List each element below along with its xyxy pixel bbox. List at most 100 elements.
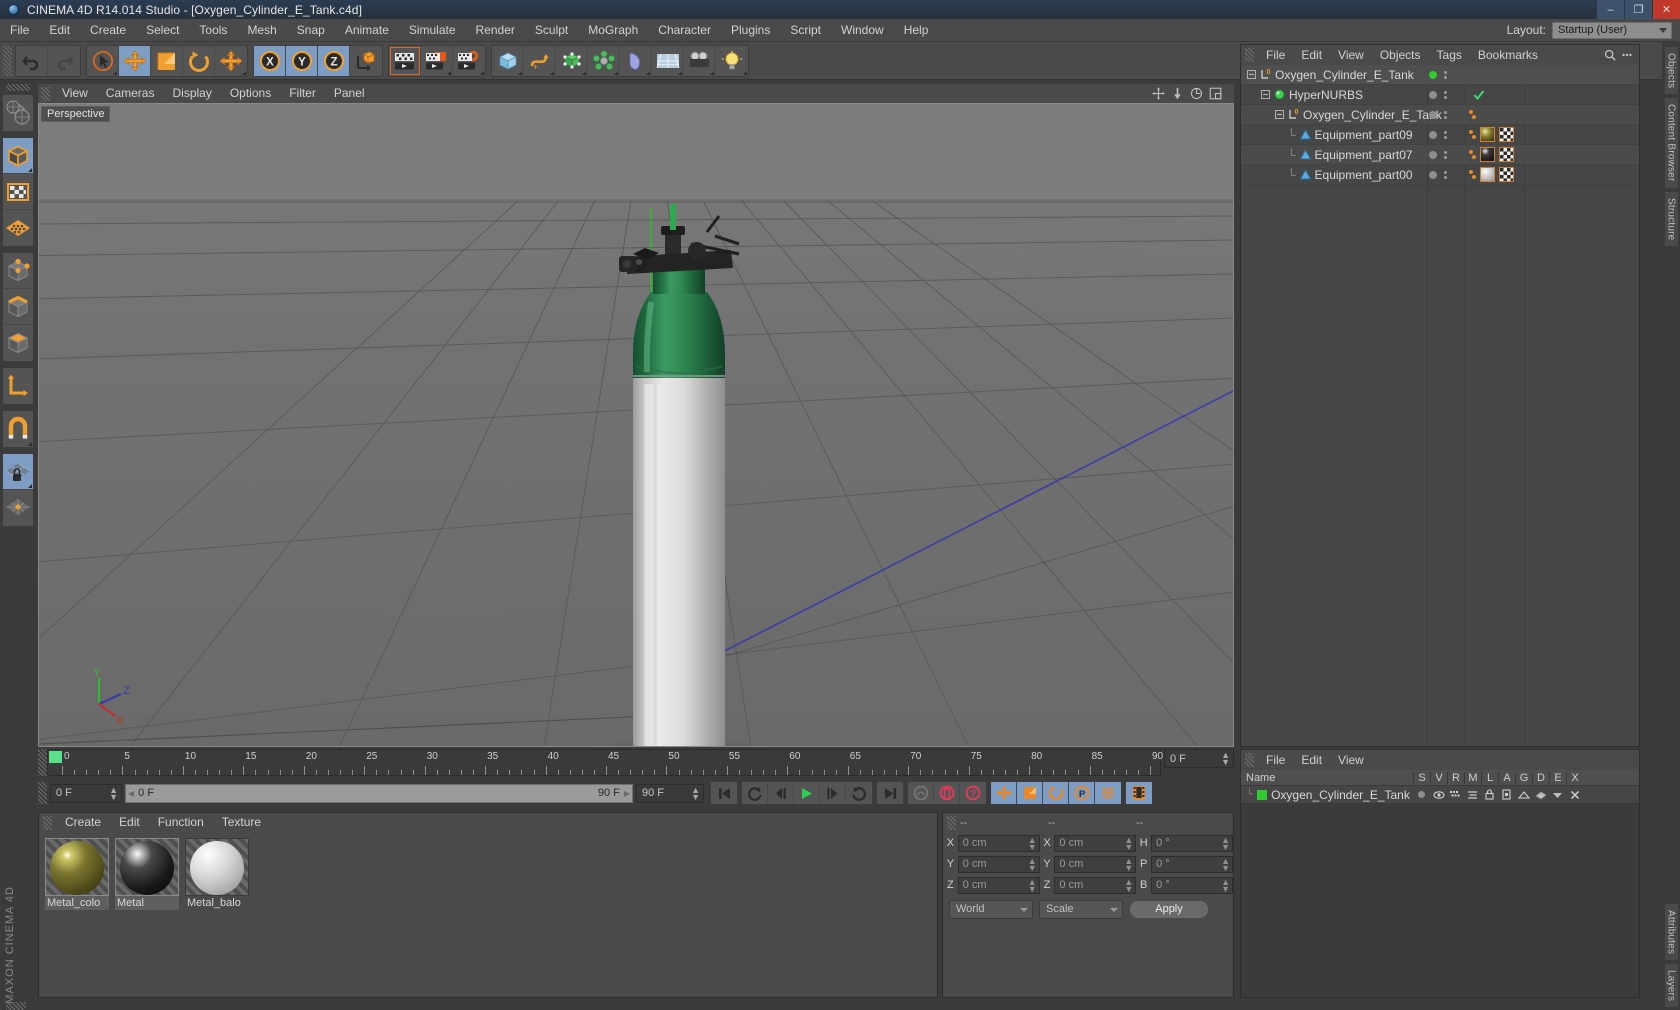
- tag-dots-icon[interactable]: [1469, 170, 1476, 179]
- size-y-field[interactable]: 0 cm ▲ ▼: [1054, 855, 1137, 873]
- material-item[interactable]: Metal_balo: [185, 838, 249, 991]
- size-x-field[interactable]: 0 cm ▲ ▼: [1054, 834, 1137, 852]
- lock-workplane-button[interactable]: [3, 454, 33, 490]
- layer-render-cell[interactable]: [1447, 790, 1464, 800]
- expand-collapse-icon[interactable]: [1275, 110, 1284, 119]
- menu-item-animate[interactable]: Animate: [335, 19, 399, 42]
- expand-collapse-icon[interactable]: [1247, 70, 1256, 79]
- expand-collapse-icon[interactable]: [1261, 90, 1270, 99]
- go-to-previous-key-button[interactable]: [742, 782, 768, 804]
- coordinate-mode-dropdown[interactable]: Scale: [1039, 899, 1123, 919]
- menu-item-tools[interactable]: Tools: [189, 19, 237, 42]
- slider-left-arrow-icon[interactable]: ◀: [128, 789, 134, 798]
- end-frame-field[interactable]: 90 F ▲ ▼: [636, 783, 704, 803]
- pan-icon[interactable]: [1152, 87, 1165, 100]
- object-menu-view[interactable]: View: [1330, 45, 1372, 65]
- rotate-tool[interactable]: [183, 45, 215, 76]
- object-axis-mode-button[interactable]: [3, 368, 33, 404]
- timeline-controls-grip[interactable]: [38, 782, 47, 804]
- close-button[interactable]: ✕: [1652, 0, 1680, 19]
- menu-item-character[interactable]: Character: [648, 19, 721, 42]
- layer-col-v[interactable]: V: [1430, 771, 1447, 784]
- spinner-icon[interactable]: ▲ ▼: [1124, 835, 1133, 851]
- go-to-previous-frame-button[interactable]: [768, 782, 794, 804]
- timeline-filmstrip-button[interactable]: [1126, 782, 1152, 804]
- play-button[interactable]: [794, 782, 820, 804]
- layer-lock-cell[interactable]: [1481, 789, 1498, 800]
- viewport-menu-cameras[interactable]: Cameras: [97, 84, 164, 103]
- scale-tool[interactable]: [151, 45, 183, 76]
- add-array[interactable]: [588, 45, 620, 76]
- layout-dropdown[interactable]: Startup (User): [1552, 21, 1672, 39]
- menu-item-sculpt[interactable]: Sculpt: [525, 19, 578, 42]
- visibility-dot[interactable]: [1429, 150, 1437, 159]
- points-mode-button[interactable]: [3, 253, 33, 289]
- material-preview-sphere[interactable]: [45, 838, 109, 896]
- object-tree-row-oxygen-cylinder-root[interactable]: 0 Oxygen_Cylinder_E_Tank: [1241, 65, 1639, 85]
- layer-col-m[interactable]: M: [1464, 771, 1481, 784]
- rot-h-field[interactable]: 0 ° ▲ ▼: [1151, 834, 1234, 852]
- coordinates-grip[interactable]: [947, 815, 956, 830]
- material-menu-texture[interactable]: Texture: [213, 813, 270, 832]
- tab-content-browser[interactable]: Content Browser: [1663, 97, 1679, 189]
- tag-dots-icon[interactable]: [1469, 130, 1476, 139]
- frame-range-slider[interactable]: ◀ 0 F 90 F ▶: [125, 783, 633, 803]
- layer-col-e[interactable]: E: [1549, 771, 1566, 784]
- lock-y-axis[interactable]: Y: [286, 45, 318, 76]
- layer-color-swatch[interactable]: [1257, 789, 1268, 800]
- object-tree-row-oxygen-cylinder-child[interactable]: 0 Oxygen_Cylinder_E_Tank: [1241, 105, 1639, 125]
- editor-render-dots[interactable]: [1444, 170, 1447, 179]
- object-tree-row-equipment-part00[interactable]: └ Equipment_part00: [1241, 165, 1639, 185]
- layer-deformer-cell[interactable]: [1532, 790, 1549, 800]
- add-camera[interactable]: [684, 45, 716, 76]
- timeline-playhead[interactable]: [49, 751, 62, 763]
- add-deformer[interactable]: [620, 45, 652, 76]
- layer-solo-cell[interactable]: [1413, 791, 1430, 798]
- bottom-left-grip[interactable]: [6, 1002, 26, 1010]
- material-item[interactable]: Metal: [115, 838, 179, 991]
- layer-manager-grip[interactable]: [1245, 753, 1254, 767]
- editor-render-dots[interactable]: [1444, 150, 1447, 159]
- object-menu-tags[interactable]: Tags: [1429, 45, 1470, 65]
- layer-col-r[interactable]: R: [1447, 771, 1464, 784]
- layer-col-a[interactable]: A: [1498, 771, 1515, 784]
- move-free-tool[interactable]: [215, 46, 247, 76]
- pos-x-field[interactable]: 0 cm ▲ ▼: [957, 834, 1040, 852]
- layer-col-l[interactable]: L: [1481, 771, 1498, 784]
- spinner-icon[interactable]: ▲ ▼: [1028, 835, 1037, 851]
- tag-dots-icon[interactable]: [1469, 110, 1476, 119]
- spinner-icon[interactable]: ▲ ▼: [1124, 877, 1133, 893]
- timeline-grip[interactable]: [38, 749, 47, 776]
- coordinate-system-dropdown[interactable]: World: [949, 899, 1033, 919]
- layer-col-d[interactable]: D: [1532, 771, 1549, 784]
- record-active-objects-button[interactable]: [908, 782, 934, 804]
- material-menu-edit[interactable]: Edit: [110, 813, 149, 832]
- object-tree-row-hypernurbs[interactable]: HyperNURBS: [1241, 85, 1639, 105]
- menu-item-create[interactable]: Create: [80, 19, 136, 42]
- spinner-icon[interactable]: ▲ ▼: [1028, 877, 1037, 893]
- editor-render-dots[interactable]: [1444, 130, 1447, 139]
- dolly-icon[interactable]: [1171, 87, 1184, 100]
- size-z-field[interactable]: 0 cm ▲ ▼: [1054, 876, 1137, 894]
- viewport-3d-canvas[interactable]: Y Z X Perspective: [38, 103, 1234, 747]
- uv-polygon-mode-button[interactable]: [3, 210, 33, 246]
- editor-render-dots[interactable]: [1444, 70, 1447, 79]
- object-menu-objects[interactable]: Objects: [1372, 45, 1429, 65]
- go-to-end-button[interactable]: [877, 782, 903, 804]
- visibility-dot[interactable]: [1429, 90, 1437, 99]
- rotation-key-button[interactable]: [1043, 782, 1069, 804]
- viewport-menu-display[interactable]: Display: [163, 84, 220, 103]
- layer-row[interactable]: └ Oxygen_Cylinder_E_Tank: [1241, 786, 1639, 803]
- material-tag-icon[interactable]: [1480, 127, 1495, 142]
- redo-button[interactable]: [48, 46, 80, 76]
- layer-col-g[interactable]: G: [1515, 771, 1532, 784]
- current-frame-display[interactable]: 0 F ▲ ▼: [1164, 749, 1234, 768]
- layer-col-x[interactable]: X: [1566, 771, 1583, 784]
- menu-item-mograph[interactable]: MoGraph: [578, 19, 648, 42]
- select-tool[interactable]: [87, 45, 119, 76]
- object-tree[interactable]: 0 Oxygen_Cylinder_E_Tank HyperNURBS 0 Ox…: [1241, 65, 1639, 746]
- material-preview-sphere[interactable]: [185, 838, 249, 896]
- material-item[interactable]: Metal_colo: [45, 838, 109, 991]
- apply-button[interactable]: Apply: [1129, 899, 1209, 919]
- menu-item-edit[interactable]: Edit: [39, 19, 80, 42]
